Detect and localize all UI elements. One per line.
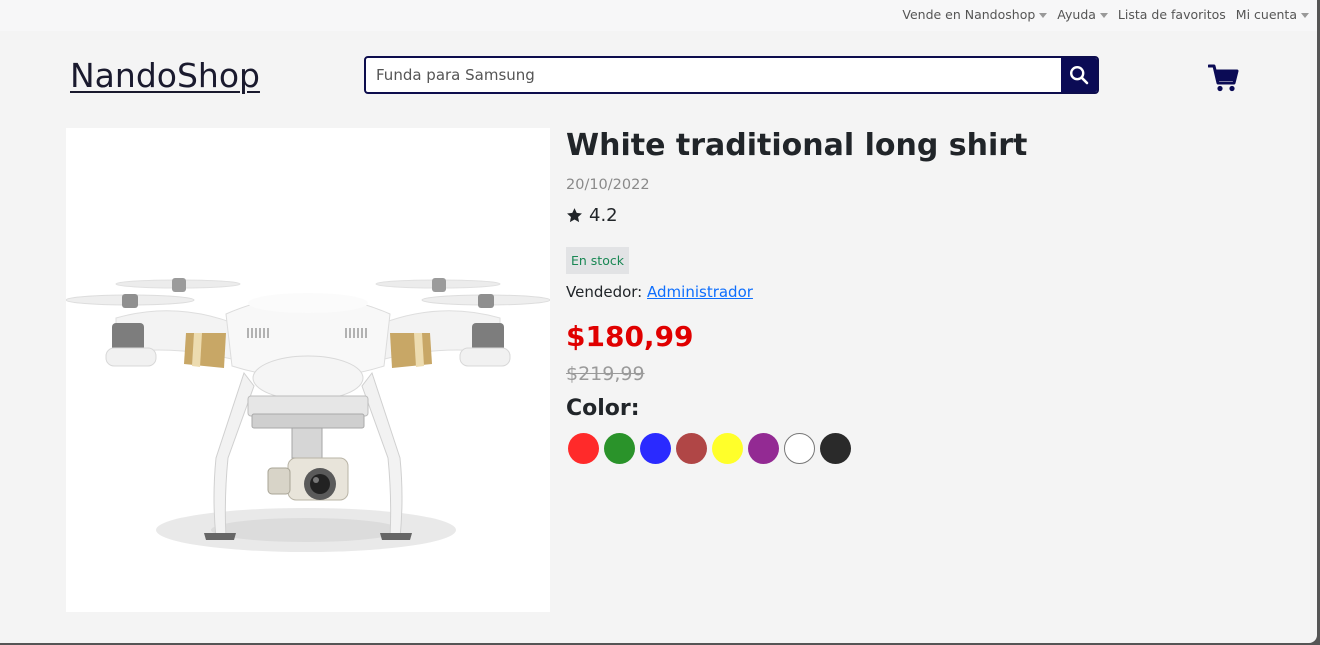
- star-icon: [567, 208, 582, 223]
- shopping-cart-icon: [1207, 64, 1239, 92]
- site-logo[interactable]: NandoShop: [70, 56, 260, 95]
- top-nav-favorites[interactable]: Lista de favoritos: [1118, 7, 1226, 22]
- rating-value: 4.2: [589, 205, 618, 226]
- stock-badge: En stock: [566, 247, 629, 274]
- top-nav-sell-label: Vende en Nandoshop: [902, 7, 1036, 22]
- seller-info: Vendedor: Administrador: [566, 283, 753, 301]
- chevron-down-icon: [1301, 12, 1309, 18]
- product-rating: 4.2: [566, 205, 618, 226]
- seller-label: Vendedor:: [566, 283, 643, 301]
- product-date: 20/10/2022: [566, 177, 650, 193]
- search-bar: [364, 56, 1099, 94]
- color-swatch-black[interactable]: [820, 433, 851, 464]
- color-swatch-green[interactable]: [604, 433, 635, 464]
- top-nav-favorites-label: Lista de favoritos: [1117, 7, 1226, 22]
- color-label: Color:: [566, 396, 640, 421]
- product-image[interactable]: [65, 128, 551, 612]
- color-swatch-yellow[interactable]: [712, 433, 743, 464]
- color-swatches: [568, 433, 856, 464]
- product-price: $180,99: [566, 320, 694, 353]
- top-nav-account-label: Mi cuenta: [1235, 7, 1297, 22]
- browser-page: Vende en Nandoshop Ayuda Lista de favori…: [0, 0, 1317, 643]
- color-swatch-purple[interactable]: [748, 433, 779, 464]
- top-nav: Vende en Nandoshop Ayuda Lista de favori…: [892, 7, 1309, 22]
- color-swatch-white[interactable]: [784, 433, 815, 464]
- color-swatch-blue[interactable]: [640, 433, 671, 464]
- seller-link[interactable]: Administrador: [647, 283, 753, 301]
- top-nav-help[interactable]: Ayuda: [1057, 7, 1108, 22]
- cart-button[interactable]: [1207, 64, 1240, 92]
- drone-product-image: [65, 278, 551, 552]
- top-nav-account[interactable]: Mi cuenta: [1236, 7, 1309, 22]
- search-icon: [1069, 65, 1089, 85]
- product-old-price: $219,99: [566, 363, 645, 385]
- top-nav-sell[interactable]: Vende en Nandoshop: [902, 7, 1048, 22]
- search-input[interactable]: [366, 58, 1061, 92]
- color-swatch-brown[interactable]: [676, 433, 707, 464]
- color-swatch-red[interactable]: [568, 433, 599, 464]
- chevron-down-icon: [1099, 12, 1108, 18]
- search-button[interactable]: [1061, 58, 1097, 92]
- product-title: White traditional long shirt: [566, 128, 1028, 163]
- top-utility-bar: Vende en Nandoshop Ayuda Lista de favori…: [0, 0, 1317, 31]
- chevron-down-icon: [1039, 12, 1048, 18]
- top-nav-help-label: Ayuda: [1057, 7, 1096, 22]
